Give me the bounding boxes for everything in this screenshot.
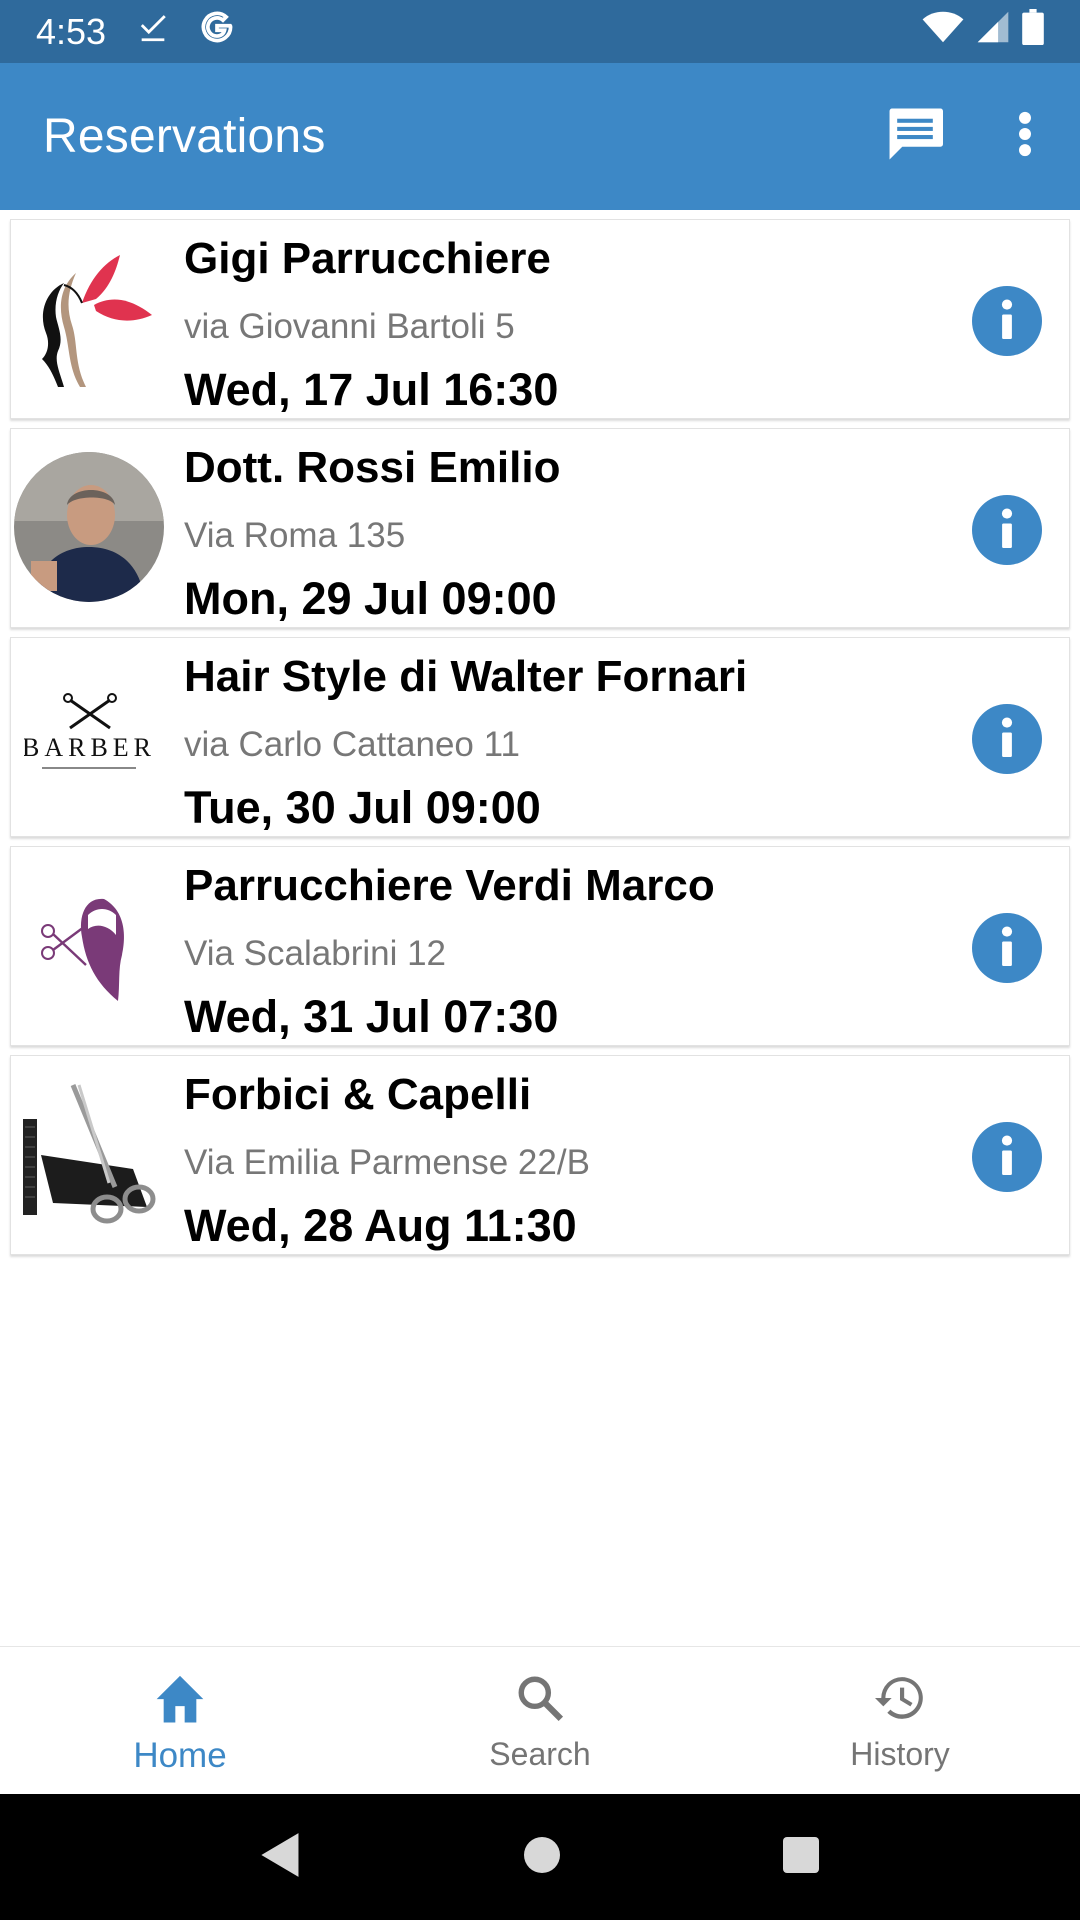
system-navigation-bar [0,1794,1080,1920]
business-name: Forbici & Capelli [184,1070,532,1119]
business-thumbnail [13,242,165,394]
info-button[interactable] [972,704,1042,774]
info-button[interactable] [972,913,1042,983]
business-thumbnail: BARBER [13,660,165,812]
download-done-icon [136,10,170,53]
info-button[interactable] [972,1122,1042,1192]
nav-label: Home [133,1736,227,1775]
reservation-card[interactable]: Dott. Rossi Emilio Via Roma 135 Mon, 29 … [10,428,1070,628]
reservation-datetime: Wed, 17 Jul 16:30 [184,364,559,415]
business-address: Via Scalabrini 12 [184,934,447,973]
reservation-card[interactable]: Forbici & Capelli Via Emilia Parmense 22… [10,1055,1070,1255]
business-address: via Giovanni Bartoli 5 [184,307,515,346]
business-thumbnail [13,1078,165,1230]
business-name: Gigi Parrucchiere [184,234,551,283]
business-thumbnail [13,451,165,603]
info-button[interactable] [972,495,1042,565]
info-icon [1000,925,1014,971]
reservation-card[interactable]: Gigi Parrucchiere via Giovanni Bartoli 5… [10,219,1070,419]
reservation-datetime: Wed, 31 Jul 07:30 [184,991,559,1042]
battery-icon [1022,9,1044,54]
nav-item-home[interactable]: Home [0,1647,360,1794]
svg-text:BARBER: BARBER [24,733,154,762]
reservation-datetime: Wed, 28 Aug 11:30 [184,1200,577,1251]
app-bar: Reservations [0,63,1080,210]
signal-icon [976,10,1010,53]
business-name: Dott. Rossi Emilio [184,443,561,492]
woman-butterfly-logo [42,255,152,387]
history-icon [872,1673,928,1728]
bottom-navigation: Home Search History [0,1646,1080,1794]
recents-icon[interactable] [781,1835,821,1880]
scissors-hair-logo [41,898,125,1001]
business-name: Parrucchiere Verdi Marco [184,861,715,910]
info-icon [1000,716,1014,762]
business-thumbnail [13,869,165,1021]
overflow-menu-button[interactable] [970,82,1080,192]
info-button[interactable] [972,286,1042,356]
status-time: 4:53 [36,10,107,52]
google-icon [200,9,234,54]
reservation-datetime: Tue, 30 Jul 09:00 [184,782,541,833]
nav-item-search[interactable]: Search [360,1647,720,1794]
status-right [922,9,1044,54]
reservation-card[interactable]: BARBER Hair Style di Walter Fornari via … [10,637,1070,837]
app-screen: 4:53 Reservations Gigi Parrucchiere via … [0,0,1080,1920]
reservation-card[interactable]: Parrucchiere Verdi Marco Via Scalabrini … [10,846,1070,1046]
search-icon [515,1673,565,1728]
home-circle-icon[interactable] [522,1835,562,1880]
back-icon[interactable] [259,1831,303,1884]
chat-icon [884,106,946,167]
business-address: via Carlo Cattaneo 11 [184,725,520,764]
scissors-comb-photo [23,1084,156,1224]
wifi-icon [922,10,964,53]
nav-label: History [850,1736,950,1772]
home-icon [152,1673,208,1728]
reservation-datetime: Mon, 29 Jul 09:00 [184,573,557,624]
status-left: 4:53 [36,9,234,54]
person-photo [14,452,164,602]
info-icon [1000,298,1014,344]
nav-item-history[interactable]: History [720,1647,1080,1794]
chat-button[interactable] [860,82,970,192]
info-icon [1000,1134,1014,1180]
more-vert-icon [1018,111,1032,162]
nav-label: Search [489,1736,591,1772]
info-icon [1000,507,1014,553]
business-address: Via Emilia Parmense 22/B [184,1143,590,1182]
business-name: Hair Style di Walter Fornari [184,652,748,701]
status-bar: 4:53 [0,0,1080,63]
business-address: Via Roma 135 [184,516,406,555]
app-bar-actions [860,63,1080,210]
reservation-list: Gigi Parrucchiere via Giovanni Bartoli 5… [10,219,1070,1264]
barber-logo: BARBER [24,693,154,769]
page-title: Reservations [43,110,326,163]
